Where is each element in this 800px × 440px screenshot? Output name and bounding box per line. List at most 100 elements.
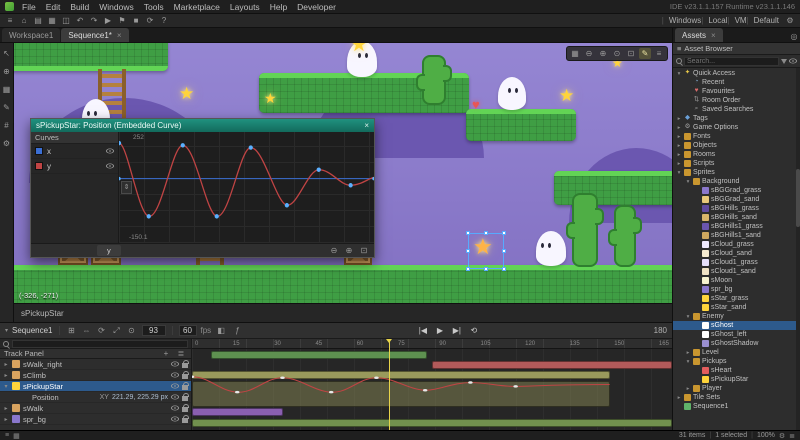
asset-tree-item[interactable]: sBGGrad_sand xyxy=(673,195,800,204)
curve-editor-titlebar[interactable]: sPickupStar: Position (Embedded Curve) × xyxy=(31,119,374,132)
selection-handle[interactable] xyxy=(502,267,506,271)
selected-pickup-star-sprite[interactable]: ★ xyxy=(473,236,493,258)
toolbar-icon[interactable]: ▶ xyxy=(102,15,114,26)
track-row[interactable]: ▸ spr_bg xyxy=(0,414,191,425)
heart-sprite[interactable]: ♥ xyxy=(472,98,480,111)
scrollbar[interactable] xyxy=(796,68,800,430)
asset-tree-item[interactable]: spr_bg xyxy=(673,285,800,294)
graph-zoom-icon[interactable]: ⊡ xyxy=(358,245,370,256)
asset-tree-item[interactable]: ▾ Background xyxy=(673,177,800,186)
list-view-icon[interactable]: ≣ xyxy=(789,432,795,440)
track-row[interactable]: ▸ sWalk xyxy=(0,403,191,414)
ghost-sprite[interactable] xyxy=(498,77,526,110)
expand-arrow-icon[interactable]: ▸ xyxy=(685,350,691,356)
lock-icon[interactable] xyxy=(182,374,188,379)
asset-tree-item[interactable]: ▸ ⚙ Game Options xyxy=(673,123,800,132)
expand-arrow-icon[interactable]: ▸ xyxy=(676,395,682,401)
selection-handle[interactable] xyxy=(466,267,470,271)
menu-item[interactable]: Layouts xyxy=(229,2,261,12)
visibility-eye-icon[interactable] xyxy=(171,373,179,378)
asset-tree-item[interactable]: ◔ Recent xyxy=(673,78,800,87)
grid-icon[interactable]: ▦ xyxy=(13,432,20,440)
ghost-sprite[interactable] xyxy=(536,231,566,266)
playback-control-icon[interactable]: ⟲ xyxy=(468,325,480,336)
timeline-tool-icon[interactable]: ⇔ xyxy=(81,325,93,336)
canvas-toolbar-icon[interactable]: ⊖ xyxy=(583,48,595,59)
asset-tree-item[interactable]: ⌕ Saved Searches xyxy=(673,105,800,114)
asset-tree-item[interactable]: sPickupStar xyxy=(673,375,800,384)
lock-icon[interactable] xyxy=(182,363,188,368)
asset-tree-item[interactable]: ♥ Favourites xyxy=(673,87,800,96)
menu-item[interactable]: Build xyxy=(69,2,90,12)
tool-strip-icon[interactable]: ⊕ xyxy=(1,66,13,77)
chevron-down-icon[interactable]: ▾ xyxy=(5,327,8,334)
playback-control-icon[interactable]: |◀ xyxy=(417,325,429,336)
tool-strip-icon[interactable]: # xyxy=(1,120,13,131)
asset-tree-item[interactable]: sBGHills1_grass xyxy=(673,222,800,231)
star-sprite[interactable]: ★ xyxy=(179,85,194,102)
asset-tree-item[interactable]: ▸ Rooms xyxy=(673,150,800,159)
timeline-ruler[interactable]: 0153045607590105120135150165 xyxy=(192,339,672,349)
expand-arrow-icon[interactable]: ▾ xyxy=(685,314,691,320)
expand-arrow-icon[interactable]: ▾ xyxy=(676,170,682,176)
expand-arrow-icon[interactable]: ▸ xyxy=(676,161,682,167)
expand-arrow-icon[interactable]: ▸ xyxy=(3,361,9,368)
playback-control-icon[interactable]: ▶| xyxy=(451,325,463,336)
menu-item[interactable]: Developer xyxy=(296,2,337,12)
add-track-icon[interactable]: + xyxy=(160,348,172,359)
tab-assets[interactable]: Assets × xyxy=(675,28,723,42)
tool-strip-icon[interactable]: ▦ xyxy=(1,84,13,95)
track-row[interactable]: ▾ sPickupStar xyxy=(0,381,191,392)
asset-tree-item[interactable]: sCloud1_sand xyxy=(673,267,800,276)
toolbar-icon[interactable]: ? xyxy=(158,15,170,26)
curve-channel-row[interactable]: x xyxy=(31,144,118,159)
selection-handle[interactable] xyxy=(502,231,506,235)
canvas-toolbar-icon[interactable]: ⊕ xyxy=(597,48,609,59)
asset-tree-item[interactable]: sBGHills_sand xyxy=(673,213,800,222)
canvas-toolbar-icon[interactable]: ⊙ xyxy=(611,48,623,59)
asset-tree-item[interactable]: ▸ Objects xyxy=(673,141,800,150)
toolbar-icon[interactable]: ⌂ xyxy=(18,15,30,26)
playhead[interactable] xyxy=(389,339,390,430)
track-row[interactable]: ▸ sClimb xyxy=(0,370,191,381)
asset-tree-item[interactable]: ▾ Enemy xyxy=(673,312,800,321)
expand-arrow-icon[interactable]: ▾ xyxy=(685,179,691,185)
runtime-target-item[interactable]: Windows xyxy=(662,16,702,25)
asset-tree-item[interactable]: ▸ ◆ Tags xyxy=(673,114,800,123)
expand-arrow-icon[interactable]: ▸ xyxy=(676,116,682,122)
pin-icon[interactable]: ◎ xyxy=(788,31,800,42)
canvas-toolbar-icon[interactable]: ✎ xyxy=(639,48,651,59)
toolbar-icon[interactable]: ▤ xyxy=(32,15,44,26)
cactus-sprite[interactable] xyxy=(422,55,446,105)
expand-arrow-icon[interactable]: ▸ xyxy=(3,372,9,379)
settings-gear-icon[interactable]: ⚙ xyxy=(779,432,785,440)
track-row[interactable]: Position XY 221.29, 225.29 px xyxy=(0,392,191,403)
timeline-clip[interactable] xyxy=(192,408,283,416)
canvas-toolbar-icon[interactable]: ▦ xyxy=(569,48,581,59)
asset-tree-item[interactable]: sBGHills1_sand xyxy=(673,231,800,240)
asset-search-input[interactable] xyxy=(684,57,779,66)
timeline-clip[interactable] xyxy=(211,351,427,359)
canvas-toolbar-icon[interactable]: ≡ xyxy=(653,48,665,59)
asset-tree-item[interactable]: ▸ Tile Sets xyxy=(673,393,800,402)
graph-zoom-icon[interactable]: ⊖ xyxy=(328,245,340,256)
selection-handle[interactable] xyxy=(466,249,470,253)
menu-item[interactable]: Tools xyxy=(143,2,165,12)
visibility-eye-icon[interactable] xyxy=(106,164,114,169)
playback-control-icon[interactable]: ▶ xyxy=(434,325,446,336)
target-settings-gear-icon[interactable]: ⚙ xyxy=(784,15,796,26)
cactus-sprite[interactable] xyxy=(572,193,598,267)
asset-tree-item[interactable]: ▾ ✦ Quick Access xyxy=(673,69,800,78)
timeline-tool-icon[interactable]: ⟳ xyxy=(96,325,108,336)
asset-tree-item[interactable]: ▸ Player xyxy=(673,384,800,393)
platform-top-left[interactable] xyxy=(14,43,168,71)
asset-tree-item[interactable]: sHeart xyxy=(673,366,800,375)
asset-tree-item[interactable]: sCloud_grass xyxy=(673,240,800,249)
close-tab-icon[interactable]: × xyxy=(711,31,716,40)
cactus-sprite[interactable] xyxy=(614,205,636,267)
asset-tree-item[interactable]: sGhost_left xyxy=(673,330,800,339)
asset-tree-item[interactable]: ⇅ Room Order xyxy=(673,96,800,105)
visibility-eye-icon[interactable] xyxy=(171,417,179,422)
close-window-icon[interactable]: × xyxy=(364,121,369,130)
lock-icon[interactable] xyxy=(182,385,188,390)
